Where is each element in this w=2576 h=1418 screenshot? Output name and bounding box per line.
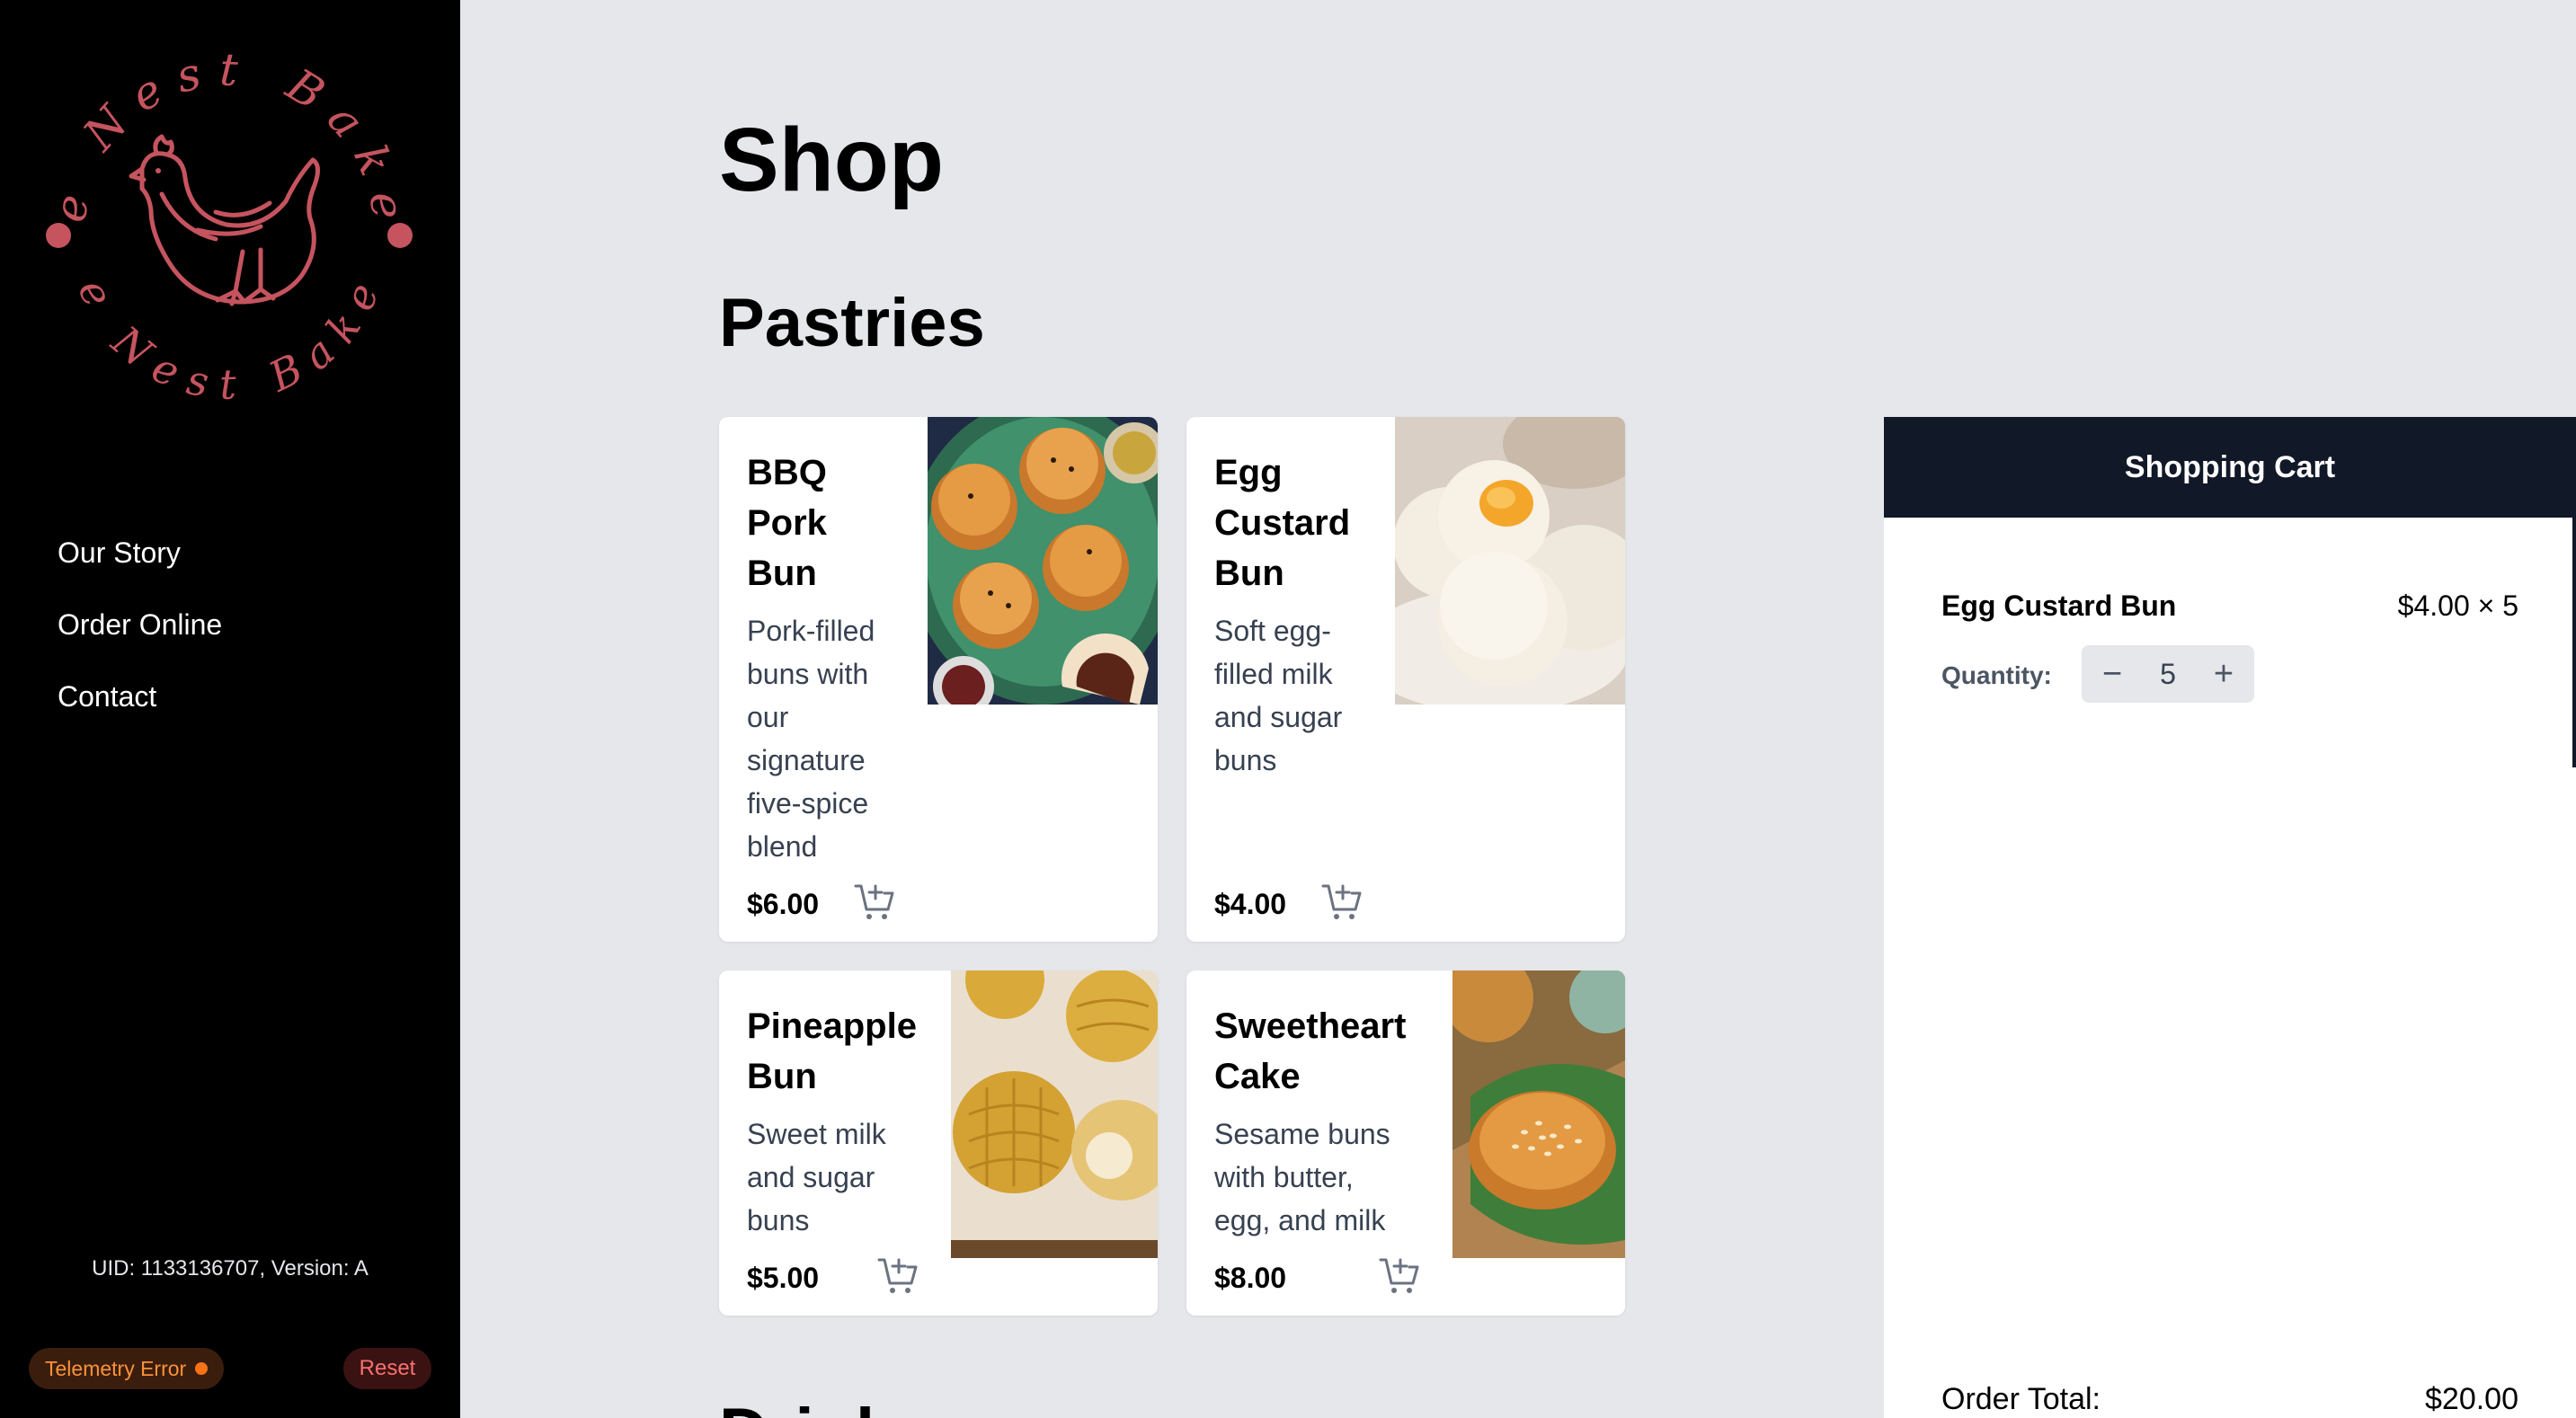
product-name-line: Sweetheart (1214, 1006, 1407, 1046)
product-description: Soft egg- filled milk and sugar buns (1214, 609, 1342, 782)
svg-text:The Nest Bakery: The Nest Bakery (36, 36, 415, 237)
product-desc-line: buns (1214, 744, 1277, 776)
product-name-line: BBQ (747, 453, 827, 492)
page-title: Shop (719, 110, 944, 210)
product-name: Pineapple Bun (747, 1001, 917, 1102)
sidebar: The Nest Bakery The Nest Bakery The Nest… (0, 0, 460, 1418)
product-name-line: Cake (1214, 1057, 1301, 1096)
product-price: $8.00 (1214, 1262, 1287, 1294)
product-card-pineapple-bun[interactable]: Pineapple Bun Sweet milk and sugar buns … (719, 970, 1158, 1316)
quantity-value[interactable]: 5 (2160, 658, 2176, 691)
product-price: $5.00 (747, 1262, 820, 1294)
nav-contact[interactable]: Contact (58, 672, 222, 744)
egg-custard-bun-photo (1395, 417, 1625, 705)
product-name: Sweetheart Cake (1214, 1001, 1406, 1102)
uid-version-text: UID: 1133136707, Version: A (92, 1256, 369, 1281)
product-card-sweetheart-cake[interactable]: Sweetheart Cake Sesame buns with butter,… (1186, 970, 1625, 1316)
product-name-line: Pineapple (747, 1006, 917, 1046)
bakery-logo[interactable]: The Nest Bakery The Nest Bakery The Nest… (13, 0, 422, 422)
telemetry-error-badge[interactable]: Telemetry Error (29, 1348, 225, 1389)
increment-icon[interactable]: + (2206, 645, 2242, 703)
product-description: Pork-filled buns with our signature five… (747, 609, 875, 868)
sweetheart-cake-photo (1452, 970, 1625, 1258)
product-name-line: Bun (747, 554, 817, 593)
status-dot-icon (195, 1361, 209, 1375)
product-desc-line: buns (747, 1204, 810, 1236)
add-to-cart-icon[interactable] (854, 882, 895, 922)
product-card-egg-custard-bun[interactable]: Egg Custard Bun Soft egg- filled milk an… (1186, 417, 1625, 942)
cart-header: Shopping Cart (1884, 417, 2576, 518)
add-to-cart-icon[interactable] (1321, 882, 1363, 922)
product-desc-line: egg, and milk (1214, 1204, 1386, 1236)
pineapple-bun-photo (951, 970, 1158, 1258)
reset-button[interactable]: Reset (343, 1348, 431, 1389)
nav-our-story[interactable]: Our Story (58, 528, 222, 600)
product-desc-line: and sugar (1214, 701, 1343, 733)
add-to-cart-icon[interactable] (877, 1256, 919, 1296)
shopping-cart-panel: Shopping Cart Egg Custard Bun $4.00 × 5 … (1884, 417, 2576, 1418)
product-price: $4.00 (1214, 888, 1287, 920)
section-title-pastries: Pastries (719, 285, 985, 361)
product-desc-line: blend (747, 830, 818, 863)
product-desc-line: Soft egg- (1214, 615, 1331, 647)
order-total-value: $20.00 (2425, 1382, 2518, 1416)
nav-order-online[interactable]: Order Online (58, 600, 222, 672)
product-name: BBQ Pork Bun (747, 448, 927, 598)
product-desc-line: Sesame buns (1214, 1118, 1390, 1150)
section-title-drinks: Drinks (719, 1388, 932, 1418)
bbq-pork-bun-photo (928, 417, 1158, 705)
product-name-line: Pork (747, 503, 827, 543)
product-name-line: Egg (1214, 453, 1283, 492)
quantity-stepper[interactable]: − 5 + (2082, 645, 2254, 703)
product-desc-line: Sweet milk (747, 1118, 886, 1150)
product-desc-line: with butter, (1214, 1161, 1354, 1193)
cart-item-price: $4.00 × 5 (2397, 589, 2518, 622)
product-card-bbq-pork-bun[interactable]: BBQ Pork Bun Pork-filled buns with our s… (719, 417, 1158, 942)
product-description: Sesame buns with butter, egg, and milk (1214, 1112, 1390, 1242)
main-nav: Our Story Order Online Contact (58, 528, 222, 744)
product-desc-line: Pork-filled (747, 615, 875, 647)
rooster-logo-icon: The Nest Bakery The Nest Bakery (13, 0, 415, 409)
telemetry-label: Telemetry Error (45, 1357, 187, 1380)
product-desc-line: five-spice (747, 787, 869, 820)
product-description: Sweet milk and sugar buns (747, 1112, 886, 1242)
product-name-line: Bun (1214, 554, 1284, 593)
product-name-line: Custard (1214, 503, 1351, 543)
product-desc-line: and sugar (747, 1161, 875, 1193)
product-price: $6.00 (747, 888, 820, 920)
product-desc-line: signature (747, 744, 866, 776)
product-desc-line: filled milk (1214, 658, 1333, 690)
product-name: Egg Custard Bun (1214, 448, 1412, 598)
product-desc-line: buns with (747, 658, 869, 690)
decrement-icon[interactable]: − (2094, 645, 2130, 703)
product-desc-line: our (747, 701, 789, 733)
add-to-cart-icon[interactable] (1379, 1256, 1420, 1296)
cart-item-name: Egg Custard Bun (1941, 589, 2177, 622)
page-scrollbar[interactable] (2572, 417, 2576, 767)
quantity-label: Quantity: (1941, 661, 2052, 689)
product-name-line: Bun (747, 1057, 817, 1096)
order-total-label: Order Total: (1941, 1382, 2101, 1416)
